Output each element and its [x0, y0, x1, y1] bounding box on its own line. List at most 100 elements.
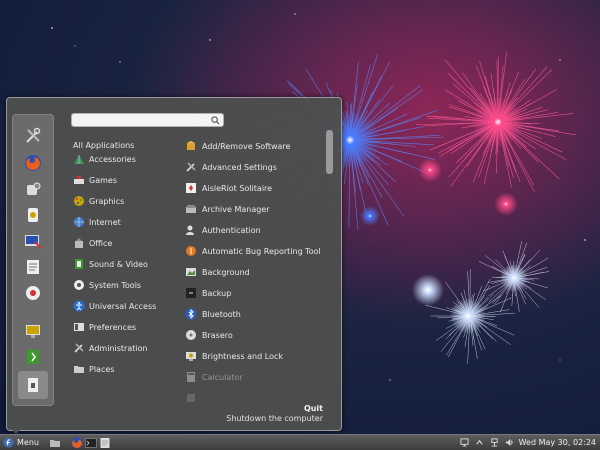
tray-network[interactable]	[490, 438, 499, 447]
favorite-media[interactable]	[21, 204, 45, 226]
category-sound-video[interactable]: Sound & Video	[73, 255, 183, 273]
category-label: Sound & Video	[89, 259, 148, 269]
search-icon	[211, 116, 220, 125]
bug-icon	[186, 246, 196, 256]
system-tools-icon	[74, 280, 84, 290]
places-icon	[74, 366, 84, 373]
favorite-logout[interactable]	[21, 346, 45, 368]
menu-button[interactable]: Menu	[3, 437, 39, 448]
system-tray: Wed May 30, 02:24	[454, 438, 596, 447]
app-label: Backup	[202, 288, 232, 298]
shutdown-icon	[28, 378, 38, 392]
network-icon	[490, 438, 498, 447]
tray-volume[interactable]	[505, 438, 514, 447]
category-system-tools[interactable]: System Tools	[73, 276, 183, 294]
application-menu: All Applications Accessories Games Graph…	[6, 97, 342, 431]
favorite-text-editor[interactable]	[21, 256, 45, 278]
universal-access-icon	[73, 300, 85, 312]
app-archive-manager[interactable]: Archive Manager	[185, 200, 323, 218]
launcher-firefox[interactable]	[71, 437, 83, 449]
favorite-firefox[interactable]	[21, 152, 45, 174]
help-icon	[26, 286, 40, 300]
category-universal-access[interactable]: Universal Access	[73, 297, 183, 315]
accessories-icon	[74, 155, 84, 164]
app-label: AisleRiot Solitaire	[202, 183, 273, 193]
app-brasero[interactable]: Brasero	[185, 326, 323, 344]
app-label: Advanced Settings	[202, 162, 277, 172]
sound-video-icon	[75, 259, 83, 269]
app-label: Calculator	[202, 372, 243, 382]
category-administration[interactable]: Administration	[73, 339, 183, 357]
app-label: Add/Remove Software	[202, 141, 291, 151]
app-item[interactable]	[185, 389, 323, 404]
chevron-up-icon	[475, 439, 483, 445]
category-internet[interactable]: Internet	[73, 213, 183, 231]
favorite-display[interactable]	[21, 320, 45, 342]
category-office[interactable]: Office	[73, 234, 183, 252]
app-icon	[187, 394, 195, 402]
app-brightness-and-lock[interactable]: Brightness and Lock	[185, 347, 323, 365]
tray-expand[interactable]	[475, 438, 484, 447]
category-label: Universal Access	[89, 301, 157, 311]
launcher-text-editor[interactable]	[99, 437, 111, 449]
launcher-terminal[interactable]	[85, 437, 97, 449]
firefox-icon	[71, 437, 83, 448]
app-list-scrollbar[interactable]	[326, 130, 333, 402]
launcher-files[interactable]	[49, 437, 61, 449]
category-label: System Tools	[89, 280, 142, 290]
cards-icon	[186, 183, 196, 193]
category-games[interactable]: Games	[73, 171, 183, 189]
favorite-shutdown[interactable]	[18, 371, 48, 399]
clock[interactable]: Wed May 30, 02:24	[519, 438, 596, 447]
favorites-sidebar	[12, 114, 54, 406]
app-backup[interactable]: Backup	[185, 284, 323, 302]
app-add-remove-software[interactable]: Add/Remove Software	[185, 137, 323, 155]
favorite-help[interactable]	[21, 282, 45, 304]
graphics-icon	[74, 196, 84, 206]
category-label: Internet	[89, 217, 121, 227]
category-label: Preferences	[89, 322, 137, 332]
favorite-settings[interactable]	[21, 178, 45, 200]
text-editor-icon	[100, 437, 110, 448]
display-icon	[460, 438, 469, 447]
app-label: Automatic Bug Reporting Tool	[202, 246, 321, 256]
app-calculator[interactable]: Calculator	[185, 368, 323, 386]
logout-icon	[27, 350, 39, 364]
bottom-panel: Menu Wed May 30, 02:24	[0, 434, 600, 450]
volume-icon	[505, 438, 513, 447]
app-label: Authentication	[202, 225, 261, 235]
games-icon	[74, 176, 84, 184]
app-aisleriot-solitaire[interactable]: AisleRiot Solitaire	[185, 179, 323, 197]
category-preferences[interactable]: Preferences	[73, 318, 183, 336]
quit-description: Shutdown the computer	[226, 414, 323, 423]
display-icon	[26, 325, 40, 338]
search-input[interactable]	[71, 113, 224, 127]
app-label: Archive Manager	[202, 204, 270, 214]
quit-title: Quit	[303, 404, 323, 413]
app-label: Bluetooth	[202, 309, 241, 319]
app-label: Brasero	[202, 330, 233, 340]
office-icon	[75, 238, 83, 248]
settings-icon	[27, 182, 41, 195]
fedora-logo-icon	[3, 437, 14, 448]
app-authentication[interactable]: Authentication	[185, 221, 323, 239]
app-bluetooth[interactable]: Bluetooth	[185, 305, 323, 323]
category-accessories[interactable]: Accessories	[73, 150, 183, 168]
category-label: Office	[89, 238, 113, 248]
category-label: Graphics	[89, 196, 125, 206]
users-icon	[186, 225, 194, 235]
favorite-terminal[interactable]	[21, 230, 45, 252]
tray-display[interactable]	[460, 438, 469, 447]
disc-icon	[186, 330, 196, 340]
menu-label: Menu	[17, 438, 39, 447]
favorite-tools[interactable]	[21, 125, 45, 147]
archive-icon	[186, 205, 196, 213]
category-places[interactable]: Places	[73, 360, 183, 378]
app-background[interactable]: Background	[185, 263, 323, 281]
app-automatic-bug-reporting-tool[interactable]: Automatic Bug Reporting Tool	[185, 242, 323, 260]
app-advanced-settings[interactable]: Advanced Settings	[185, 158, 323, 176]
category-graphics[interactable]: Graphics	[73, 192, 183, 210]
administration-icon	[74, 343, 84, 353]
scrollbar-thumb[interactable]	[326, 130, 333, 174]
category-label: Administration	[89, 343, 148, 353]
